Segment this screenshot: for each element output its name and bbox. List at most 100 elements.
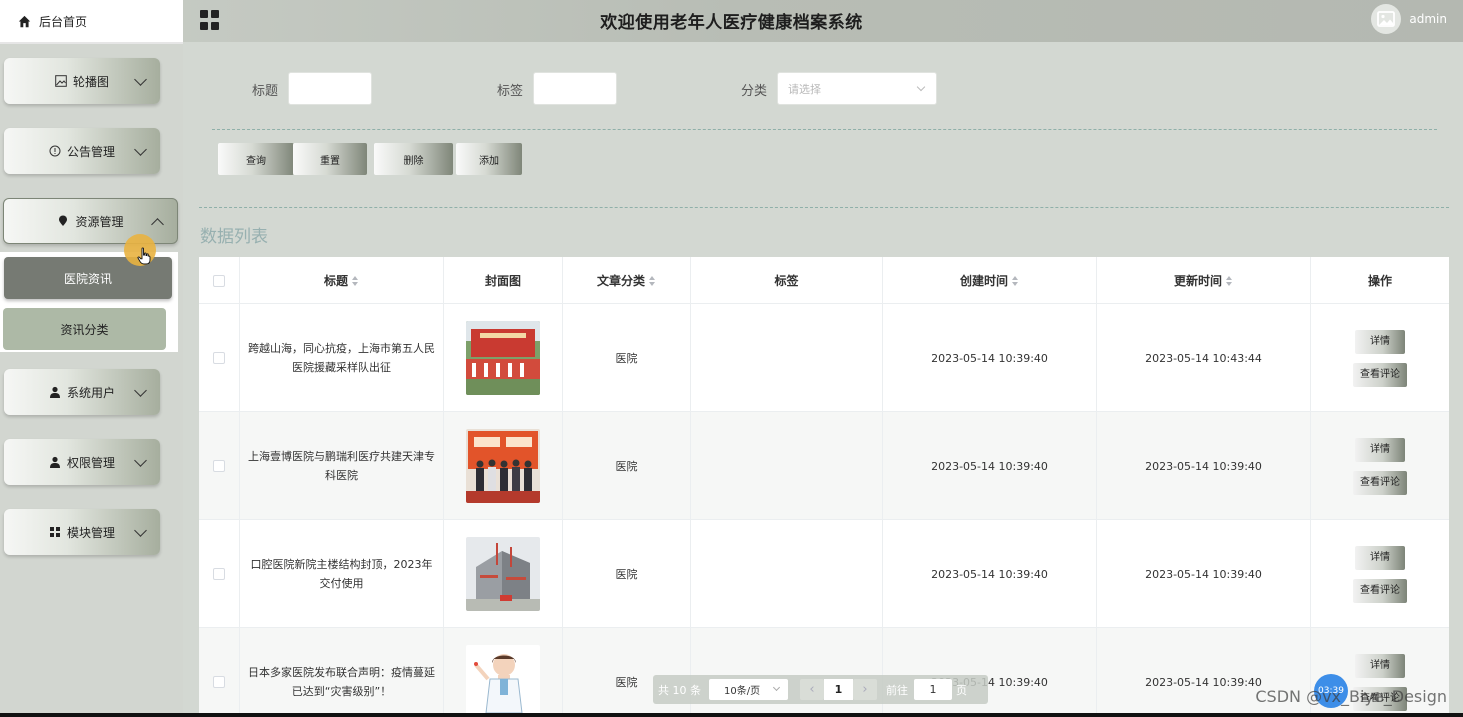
home-tab[interactable]: 后台首页 — [0, 0, 183, 44]
category-select[interactable]: 请选择 — [777, 72, 937, 105]
cover-image[interactable] — [466, 429, 540, 503]
tag-label: 标签 — [497, 84, 524, 99]
sidebar-item-resources[interactable]: 资源管理 — [3, 198, 178, 244]
page-size-value: 10条/页 — [724, 686, 761, 697]
select-all-cell — [199, 257, 240, 304]
query-button[interactable]: 查询 — [218, 143, 294, 175]
user-icon — [49, 456, 60, 468]
row-checkbox[interactable] — [213, 352, 225, 364]
sidebar-item-modules[interactable]: 模块管理 — [4, 509, 160, 555]
row-checkbox[interactable] — [213, 568, 225, 580]
table-row: 上海壹博医院与鹏瑞利医疗共建天津专科医院 医院 2023-05-14 10:39… — [199, 412, 1449, 520]
column-header-created[interactable]: 创建时间 — [883, 257, 1097, 304]
avatar[interactable] — [1371, 4, 1402, 34]
goto-page-input[interactable]: 1 — [914, 679, 952, 700]
sort-icon[interactable] — [1226, 275, 1233, 286]
chevron-down-icon — [772, 683, 781, 692]
pagination: 共 10 条 10条/页 ‹ 1 › 前往 1 页 — [653, 675, 988, 704]
sidebar-item-label: 公告管理 — [66, 144, 115, 159]
cell-title: 跨越山海，同心抗疫，上海市第五人民医院援藏采样队出征 — [240, 304, 444, 412]
detail-button[interactable]: 详情 — [1355, 329, 1405, 354]
cell-tag — [691, 412, 883, 520]
page-number-1[interactable]: 1 — [824, 679, 853, 700]
delete-button[interactable]: 删除 — [374, 143, 453, 175]
select-all-checkbox[interactable] — [213, 274, 225, 287]
user-menu[interactable]: admin — [1371, 4, 1447, 34]
column-header-updated[interactable]: 更新时间 — [1097, 257, 1311, 304]
cell-tag — [691, 304, 883, 412]
chevron-down-icon — [916, 82, 926, 92]
detail-button[interactable]: 详情 — [1355, 545, 1405, 570]
submenu-resources: 医院资讯 资讯分类 — [0, 252, 178, 352]
user-icon — [49, 386, 60, 398]
sidebar-item-label: 资源管理 — [75, 214, 124, 229]
cell-category: 医院 — [563, 412, 691, 520]
chevron-up-icon — [151, 218, 164, 231]
page-size-select[interactable]: 10条/页 — [709, 679, 788, 700]
cover-image[interactable] — [466, 537, 540, 611]
cover-image[interactable] — [466, 321, 540, 395]
tag-input[interactable] — [533, 72, 617, 105]
cell-category: 医院 — [563, 304, 691, 412]
prev-page-button[interactable]: ‹ — [800, 679, 824, 700]
sidebar-item-label: 模块管理 — [66, 525, 115, 540]
cell-created: 2023-05-14 10:39:40 — [883, 412, 1097, 520]
data-table: 标题 封面图 文章分类 标签 创建时间 更新时间 操作 跨越山海，同心抗疫，上海… — [199, 257, 1449, 717]
chevron-down-icon — [134, 454, 147, 467]
table-header: 标题 封面图 文章分类 标签 创建时间 更新时间 操作 — [199, 257, 1449, 304]
pagination-total: 共 10 条 — [658, 683, 701, 697]
reset-button[interactable]: 重置 — [293, 143, 367, 175]
home-icon — [18, 15, 31, 27]
sidebar-item-notice[interactable]: 公告管理 — [4, 128, 160, 174]
divider — [212, 129, 1437, 130]
cell-updated: 2023-05-14 10:39:40 — [1097, 412, 1311, 520]
chevron-down-icon — [134, 384, 147, 397]
cell-updated: 2023-05-14 10:43:44 — [1097, 304, 1311, 412]
goto-label: 前往 — [886, 683, 908, 697]
column-header-actions: 操作 — [1367, 274, 1392, 288]
chevron-down-icon — [134, 143, 147, 156]
sidebar-item-label: 系统用户 — [66, 385, 115, 400]
image-icon — [1377, 11, 1396, 27]
column-header-tag: 标签 — [691, 257, 883, 304]
page-unit-label: 页 — [956, 683, 967, 697]
row-checkbox[interactable] — [213, 460, 225, 472]
grid-icon — [49, 527, 60, 537]
table-row: 跨越山海，同心抗疫，上海市第五人民医院援藏采样队出征 医院 2023-05-14… — [199, 304, 1449, 412]
detail-button[interactable]: 详情 — [1355, 437, 1405, 462]
cell-title: 上海壹博医院与鹏瑞利医疗共建天津专科医院 — [240, 412, 444, 520]
divider — [199, 207, 1449, 208]
sort-icon[interactable] — [352, 275, 359, 286]
sort-icon[interactable] — [649, 275, 656, 286]
next-page-button[interactable]: › — [853, 679, 877, 700]
bottom-edge — [0, 713, 1463, 717]
username: admin — [1409, 12, 1447, 26]
title-input[interactable] — [288, 72, 372, 105]
cell-title: 日本多家医院发布联合声明：疫情蔓延已达到“灾害级别”！ — [240, 628, 444, 717]
menu-toggle-icon[interactable] — [200, 10, 220, 30]
view-comments-button[interactable]: 查看评论 — [1353, 362, 1407, 387]
submenu-item-news-category[interactable]: 资讯分类 — [3, 308, 166, 350]
detail-button[interactable]: 详情 — [1355, 653, 1405, 678]
sidebar-item-label: 轮播图 — [72, 74, 109, 89]
table-row: 口腔医院新院主楼结构封顶，2023年交付使用 医院 2023-05-14 10:… — [199, 520, 1449, 628]
cell-category: 医院 — [563, 520, 691, 628]
chevron-down-icon — [134, 73, 147, 86]
sidebar-item-carousel[interactable]: 轮播图 — [4, 58, 160, 104]
column-header-category[interactable]: 文章分类 — [563, 257, 691, 304]
cell-title: 口腔医院新院主楼结构封顶，2023年交付使用 — [240, 520, 444, 628]
sidebar-item-permissions[interactable]: 权限管理 — [4, 439, 160, 485]
cell-tag — [691, 520, 883, 628]
cell-updated: 2023-05-14 10:39:40 — [1097, 520, 1311, 628]
view-comments-button[interactable]: 查看评论 — [1353, 578, 1407, 603]
add-button[interactable]: 添加 — [456, 143, 522, 175]
sort-icon[interactable] — [1012, 275, 1019, 286]
list-title: 数据列表 — [200, 227, 268, 247]
sidebar-item-system-users[interactable]: 系统用户 — [4, 369, 160, 415]
cover-image[interactable] — [466, 645, 540, 717]
pin-icon — [59, 215, 68, 226]
image-icon — [55, 75, 67, 87]
column-header-title[interactable]: 标题 — [240, 257, 444, 304]
row-checkbox[interactable] — [213, 676, 225, 688]
view-comments-button[interactable]: 查看评论 — [1353, 470, 1407, 495]
